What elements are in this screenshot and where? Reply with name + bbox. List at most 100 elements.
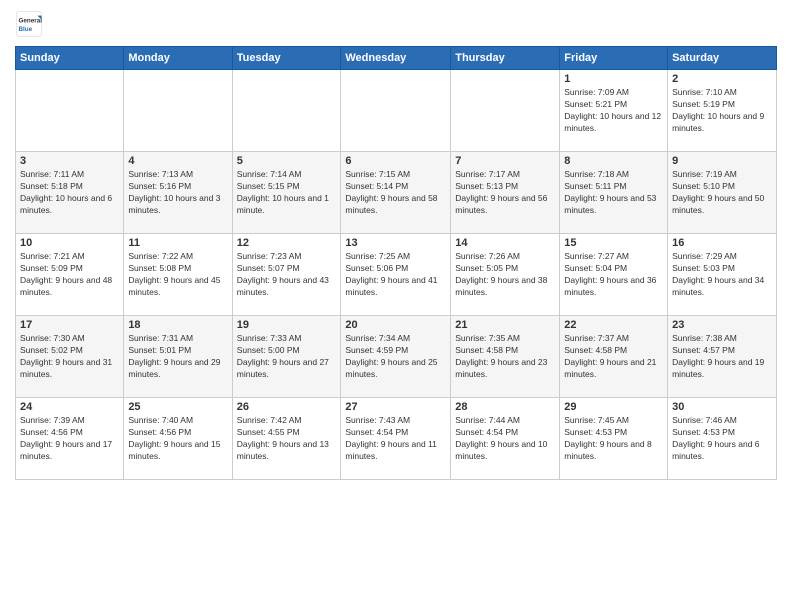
day-info: Sunrise: 7:40 AM Sunset: 4:56 PM Dayligh…	[128, 415, 227, 463]
day-number: 1	[564, 73, 663, 85]
day-info: Sunrise: 7:14 AM Sunset: 5:15 PM Dayligh…	[237, 169, 337, 217]
day-number: 25	[128, 401, 227, 413]
day-cell: 13 Sunrise: 7:25 AM Sunset: 5:06 PM Dayli…	[341, 234, 451, 316]
day-cell: 28 Sunrise: 7:44 AM Sunset: 4:54 PM Dayli…	[451, 398, 560, 480]
day-cell: 26 Sunrise: 7:42 AM Sunset: 4:55 PM Dayli…	[232, 398, 341, 480]
day-info: Sunrise: 7:10 AM Sunset: 5:19 PM Dayligh…	[672, 87, 772, 135]
day-cell: 18Sunrise: 7:31 AM Sunset: 5:01 PM Dayli…	[124, 316, 232, 398]
day-number: 10	[20, 237, 119, 249]
day-cell: 20 Sunrise: 7:34 AM Sunset: 4:59 PM Dayli…	[341, 316, 451, 398]
day-number: 17	[20, 319, 119, 331]
day-info: Sunrise: 7:34 AM Sunset: 4:59 PM Dayligh…	[345, 333, 446, 381]
day-info: Sunrise: 7:15 AM Sunset: 5:14 PM Dayligh…	[345, 169, 446, 217]
day-number: 28	[455, 401, 555, 413]
day-info: Sunrise: 7:29 AM Sunset: 5:03 PM Dayligh…	[672, 251, 772, 299]
logo-icon: General Blue	[15, 10, 43, 38]
svg-text:General: General	[19, 18, 43, 25]
day-number: 11	[128, 237, 227, 249]
day-cell	[124, 70, 232, 152]
day-cell: 3 Sunrise: 7:11 AM Sunset: 5:18 PM Daylig…	[16, 152, 124, 234]
day-cell	[451, 70, 560, 152]
day-number: 5	[237, 155, 337, 167]
day-cell: 30Sunrise: 7:46 AM Sunset: 4:53 PM Dayli…	[668, 398, 777, 480]
week-row-4: 17 Sunrise: 7:30 AM Sunset: 5:02 PM Dayli…	[16, 316, 777, 398]
svg-text:Blue: Blue	[19, 26, 33, 33]
day-cell: 12Sunrise: 7:23 AM Sunset: 5:07 PM Dayli…	[232, 234, 341, 316]
day-number: 26	[237, 401, 337, 413]
day-number: 13	[345, 237, 446, 249]
day-info: Sunrise: 7:44 AM Sunset: 4:54 PM Dayligh…	[455, 415, 555, 463]
calendar: SundayMondayTuesdayWednesdayThursdayFrid…	[15, 46, 777, 480]
logo: General Blue	[15, 10, 47, 38]
day-info: Sunrise: 7:46 AM Sunset: 4:53 PM Dayligh…	[672, 415, 772, 463]
day-number: 4	[128, 155, 227, 167]
day-cell: 5 Sunrise: 7:14 AM Sunset: 5:15 PM Daylig…	[232, 152, 341, 234]
day-cell: 1 Sunrise: 7:09 AM Sunset: 5:21 PM Daylig…	[560, 70, 668, 152]
day-number: 9	[672, 155, 772, 167]
day-number: 3	[20, 155, 119, 167]
day-info: Sunrise: 7:38 AM Sunset: 4:57 PM Dayligh…	[672, 333, 772, 381]
day-number: 8	[564, 155, 663, 167]
day-cell: 15 Sunrise: 7:27 AM Sunset: 5:04 PM Dayli…	[560, 234, 668, 316]
header: General Blue	[15, 10, 777, 38]
day-info: Sunrise: 7:27 AM Sunset: 5:04 PM Dayligh…	[564, 251, 663, 299]
col-header-tuesday: Tuesday	[232, 47, 341, 70]
day-cell	[232, 70, 341, 152]
day-number: 19	[237, 319, 337, 331]
day-info: Sunrise: 7:17 AM Sunset: 5:13 PM Dayligh…	[455, 169, 555, 217]
day-number: 21	[455, 319, 555, 331]
day-info: Sunrise: 7:30 AM Sunset: 5:02 PM Dayligh…	[20, 333, 119, 381]
day-info: Sunrise: 7:13 AM Sunset: 5:16 PM Dayligh…	[128, 169, 227, 217]
day-cell: 16 Sunrise: 7:29 AM Sunset: 5:03 PM Dayli…	[668, 234, 777, 316]
day-info: Sunrise: 7:26 AM Sunset: 5:05 PM Dayligh…	[455, 251, 555, 299]
col-header-monday: Monday	[124, 47, 232, 70]
header-row: SundayMondayTuesdayWednesdayThursdayFrid…	[16, 47, 777, 70]
day-cell: 17 Sunrise: 7:30 AM Sunset: 5:02 PM Dayli…	[16, 316, 124, 398]
day-cell: 22Sunrise: 7:37 AM Sunset: 4:58 PM Dayli…	[560, 316, 668, 398]
day-info: Sunrise: 7:35 AM Sunset: 4:58 PM Dayligh…	[455, 333, 555, 381]
day-number: 22	[564, 319, 663, 331]
day-number: 29	[564, 401, 663, 413]
day-info: Sunrise: 7:19 AM Sunset: 5:10 PM Dayligh…	[672, 169, 772, 217]
day-number: 20	[345, 319, 446, 331]
week-row-2: 3 Sunrise: 7:11 AM Sunset: 5:18 PM Daylig…	[16, 152, 777, 234]
day-cell: 29Sunrise: 7:45 AM Sunset: 4:53 PM Dayli…	[560, 398, 668, 480]
week-row-5: 24Sunrise: 7:39 AM Sunset: 4:56 PM Dayli…	[16, 398, 777, 480]
day-info: Sunrise: 7:11 AM Sunset: 5:18 PM Dayligh…	[20, 169, 119, 217]
day-info: Sunrise: 7:09 AM Sunset: 5:21 PM Dayligh…	[564, 87, 663, 135]
day-cell: 19 Sunrise: 7:33 AM Sunset: 5:00 PM Dayli…	[232, 316, 341, 398]
col-header-sunday: Sunday	[16, 47, 124, 70]
day-cell: 9 Sunrise: 7:19 AM Sunset: 5:10 PM Daylig…	[668, 152, 777, 234]
col-header-wednesday: Wednesday	[341, 47, 451, 70]
day-info: Sunrise: 7:33 AM Sunset: 5:00 PM Dayligh…	[237, 333, 337, 381]
col-header-saturday: Saturday	[668, 47, 777, 70]
day-info: Sunrise: 7:43 AM Sunset: 4:54 PM Dayligh…	[345, 415, 446, 463]
day-cell: 10 Sunrise: 7:21 AM Sunset: 5:09 PM Dayli…	[16, 234, 124, 316]
day-cell: 11 Sunrise: 7:22 AM Sunset: 5:08 PM Dayli…	[124, 234, 232, 316]
day-number: 14	[455, 237, 555, 249]
day-cell: 21 Sunrise: 7:35 AM Sunset: 4:58 PM Dayli…	[451, 316, 560, 398]
day-cell: 7 Sunrise: 7:17 AM Sunset: 5:13 PM Daylig…	[451, 152, 560, 234]
day-info: Sunrise: 7:42 AM Sunset: 4:55 PM Dayligh…	[237, 415, 337, 463]
week-row-1: 1 Sunrise: 7:09 AM Sunset: 5:21 PM Daylig…	[16, 70, 777, 152]
day-number: 27	[345, 401, 446, 413]
day-number: 24	[20, 401, 119, 413]
day-info: Sunrise: 7:21 AM Sunset: 5:09 PM Dayligh…	[20, 251, 119, 299]
day-cell	[16, 70, 124, 152]
day-number: 23	[672, 319, 772, 331]
day-number: 18	[128, 319, 227, 331]
day-info: Sunrise: 7:25 AM Sunset: 5:06 PM Dayligh…	[345, 251, 446, 299]
day-cell: 25 Sunrise: 7:40 AM Sunset: 4:56 PM Dayli…	[124, 398, 232, 480]
week-row-3: 10 Sunrise: 7:21 AM Sunset: 5:09 PM Dayli…	[16, 234, 777, 316]
day-info: Sunrise: 7:22 AM Sunset: 5:08 PM Dayligh…	[128, 251, 227, 299]
day-cell: 23 Sunrise: 7:38 AM Sunset: 4:57 PM Dayli…	[668, 316, 777, 398]
day-cell: 6Sunrise: 7:15 AM Sunset: 5:14 PM Daylig…	[341, 152, 451, 234]
col-header-thursday: Thursday	[451, 47, 560, 70]
day-number: 7	[455, 155, 555, 167]
day-number: 15	[564, 237, 663, 249]
day-cell: 14 Sunrise: 7:26 AM Sunset: 5:05 PM Dayli…	[451, 234, 560, 316]
day-cell: 27 Sunrise: 7:43 AM Sunset: 4:54 PM Dayli…	[341, 398, 451, 480]
day-number: 16	[672, 237, 772, 249]
day-cell: 8Sunrise: 7:18 AM Sunset: 5:11 PM Daylig…	[560, 152, 668, 234]
day-cell	[341, 70, 451, 152]
